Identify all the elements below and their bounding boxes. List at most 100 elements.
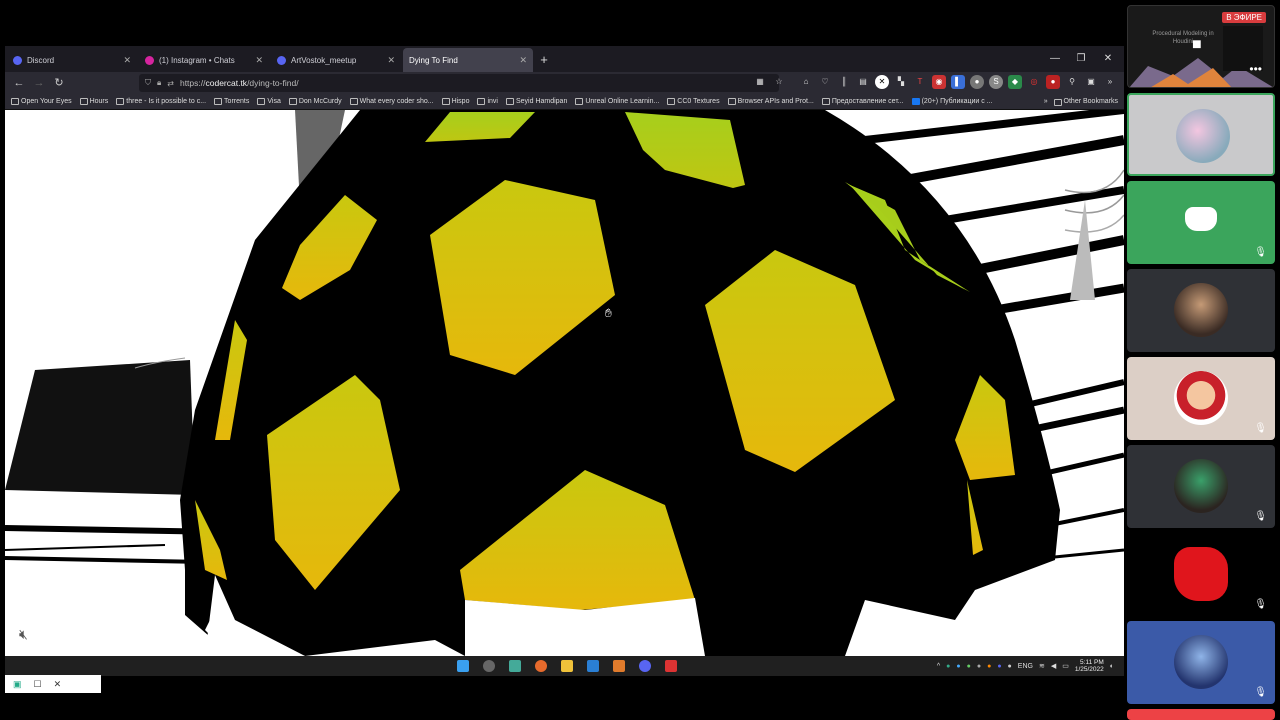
image-icon[interactable]: ▣ bbox=[1084, 75, 1098, 89]
close-icon[interactable]: ✕ bbox=[519, 55, 527, 66]
bookmark-item[interactable]: Hours bbox=[79, 98, 108, 105]
battery-icon[interactable]: ▭ bbox=[1062, 662, 1069, 670]
reload-icon[interactable]: ↻ bbox=[49, 73, 69, 93]
clock-time: 5:11 PM bbox=[1080, 659, 1104, 666]
tray-app-icon[interactable]: ● bbox=[987, 663, 991, 670]
avatar bbox=[1176, 109, 1230, 163]
folder-icon[interactable] bbox=[561, 660, 573, 672]
extension-icon[interactable]: ⚲ bbox=[1065, 75, 1079, 89]
extension-icon[interactable]: ◆ bbox=[1008, 75, 1022, 89]
extension-icon[interactable]: ● bbox=[970, 75, 984, 89]
extension-icon[interactable]: ▚ bbox=[894, 75, 908, 89]
maximize-icon[interactable]: ☐ bbox=[34, 679, 42, 690]
tab-label: Dying To Find bbox=[409, 55, 458, 65]
clock[interactable]: 5:11 PM 1/25/2022 bbox=[1075, 659, 1104, 673]
sublime-icon[interactable] bbox=[613, 660, 625, 672]
tab-dying-to-find[interactable]: Dying To Find ✕ bbox=[403, 48, 533, 72]
tray-app-icon[interactable]: ● bbox=[997, 663, 1001, 670]
close-window-icon[interactable]: ✕ bbox=[1094, 46, 1122, 72]
stream-tile[interactable]: Procedural Modeling in Houdini В ЭФИРЕ ■… bbox=[1127, 5, 1275, 88]
tab-discord[interactable]: Discord ✕ bbox=[7, 48, 137, 72]
extension-icon[interactable]: ▌ bbox=[951, 75, 965, 89]
url-host: codercat.tk bbox=[205, 78, 248, 88]
more-options-icon[interactable]: ••• bbox=[1249, 62, 1262, 76]
app-icon[interactable]: ▣ bbox=[13, 679, 22, 690]
bookmark-item[interactable]: Open Your Eyes bbox=[11, 98, 72, 105]
tray-app-icon[interactable]: ● bbox=[956, 663, 960, 670]
firefox-icon[interactable] bbox=[535, 660, 547, 672]
mic-muted-icon: 🎙︎ bbox=[1254, 687, 1267, 698]
tray-app-icon[interactable]: ● bbox=[946, 663, 950, 670]
star-icon[interactable]: ☆ bbox=[772, 75, 786, 89]
url-bar[interactable]: ⛉ 🔒︎ ⇄ https:// codercat.tk /dying-to-fi… bbox=[139, 74, 779, 92]
library-icon[interactable]: ║ bbox=[837, 75, 851, 89]
discord-icon[interactable] bbox=[639, 660, 651, 672]
back-icon[interactable]: ← bbox=[9, 73, 29, 93]
menu-icon[interactable]: ≡ bbox=[1122, 75, 1124, 89]
volume-icon[interactable]: ◀︎ bbox=[1051, 662, 1056, 670]
restore-icon[interactable]: ❐ bbox=[1067, 46, 1095, 72]
participant-tile[interactable]: 🎙︎ bbox=[1127, 445, 1275, 528]
extension-icon[interactable]: ◎ bbox=[1027, 75, 1041, 89]
bookmark-item[interactable]: (20+) Публикации с ... bbox=[911, 98, 993, 105]
settings-icon[interactable] bbox=[483, 660, 495, 672]
tray-app-icon[interactable]: ● bbox=[967, 663, 971, 670]
participant-tile[interactable] bbox=[1127, 269, 1275, 352]
windows-start-icon[interactable] bbox=[457, 660, 469, 672]
wifi-icon[interactable]: ≋ bbox=[1039, 662, 1045, 670]
muted-speaker-icon[interactable]: 🔇︎ bbox=[19, 626, 28, 643]
bookmark-folder[interactable]: Hispo bbox=[441, 98, 469, 105]
vscode-icon[interactable] bbox=[587, 660, 599, 672]
participant-tile[interactable] bbox=[1127, 93, 1275, 176]
bookmark-item[interactable]: CC0 Textures bbox=[667, 98, 720, 105]
bookmark-folder[interactable]: Visa bbox=[257, 98, 281, 105]
grid-icon[interactable]: ▦ bbox=[753, 75, 767, 89]
close-icon[interactable]: ✕ bbox=[387, 55, 395, 66]
language-indicator[interactable]: ENG bbox=[1018, 663, 1033, 670]
chevron-up-icon[interactable]: ^ bbox=[937, 663, 940, 670]
system-tray: ^ ● ● ● ● ● ● ● ENG ≋ ◀︎ ▭ 5:11 PM 1/25/… bbox=[937, 659, 1114, 673]
extension-icon[interactable]: T bbox=[913, 75, 927, 89]
app-icon[interactable] bbox=[509, 660, 521, 672]
extension-icon[interactable]: ✕ bbox=[875, 75, 889, 89]
other-bookmarks[interactable]: » Other Bookmarks bbox=[1044, 94, 1118, 109]
overflow-icon[interactable]: » bbox=[1103, 75, 1117, 89]
forward-icon[interactable]: → bbox=[29, 73, 49, 93]
bookmark-item[interactable]: Seyid Hamdipan bbox=[505, 98, 567, 105]
webgl-canvas[interactable]: ✋︎ 🔇︎ bbox=[5, 110, 1124, 656]
app-icon[interactable] bbox=[665, 660, 677, 672]
extension-icon[interactable]: S bbox=[989, 75, 1003, 89]
extension-icon[interactable]: ◉ bbox=[932, 75, 946, 89]
bookmark-folder[interactable]: invi bbox=[477, 98, 498, 105]
bookmark-item[interactable]: three - Is it possible to c... bbox=[116, 98, 206, 105]
avatar bbox=[1174, 635, 1228, 689]
bookmarks-bar: Open Your Eyes Hours three - Is it possi… bbox=[5, 94, 1124, 110]
tray-app-icon[interactable]: ● bbox=[1008, 663, 1012, 670]
participant-tile[interactable] bbox=[1127, 709, 1275, 720]
bookmark-icon bbox=[11, 98, 19, 105]
minimize-icon[interactable]: — bbox=[1041, 46, 1069, 72]
participant-tile[interactable]: 🎙︎ bbox=[1127, 533, 1275, 616]
url-path: /dying-to-find/ bbox=[247, 78, 299, 88]
extension-icon[interactable]: ⌂ bbox=[799, 75, 813, 89]
bookmark-item[interactable]: Предоставление сет... bbox=[821, 98, 904, 105]
tray-app-icon[interactable]: ● bbox=[977, 663, 981, 670]
participant-tile[interactable]: 🎙︎ bbox=[1127, 357, 1275, 440]
close-icon[interactable]: ✕ bbox=[255, 55, 263, 66]
bookmark-folder[interactable]: Torrents bbox=[214, 98, 249, 105]
bookmark-item[interactable]: Unreal Online Learnin... bbox=[575, 98, 659, 105]
bookmark-item[interactable]: Don McCurdy bbox=[288, 98, 342, 105]
participant-tile[interactable]: 🎙︎ bbox=[1127, 181, 1275, 264]
close-icon[interactable]: ✕ bbox=[123, 55, 131, 66]
notifications-icon[interactable]: ◐ bbox=[1110, 663, 1114, 670]
participant-tile[interactable]: 🎙︎ bbox=[1127, 621, 1275, 704]
new-tab-button[interactable]: + bbox=[533, 48, 555, 72]
tab-artvostok[interactable]: ArtVostok_meetup ✕ bbox=[271, 48, 401, 72]
bookmark-item[interactable]: What every coder sho... bbox=[349, 98, 434, 105]
tab-instagram[interactable]: (1) Instagram • Chats ✕ bbox=[139, 48, 269, 72]
sidebar-icon[interactable]: ▤ bbox=[856, 75, 870, 89]
bookmark-item[interactable]: Browser APIs and Prot... bbox=[727, 98, 814, 105]
extension-icon[interactable]: ● bbox=[1046, 75, 1060, 89]
pocket-icon[interactable]: ♡ bbox=[818, 75, 832, 89]
close-icon[interactable]: ✕ bbox=[54, 679, 62, 690]
